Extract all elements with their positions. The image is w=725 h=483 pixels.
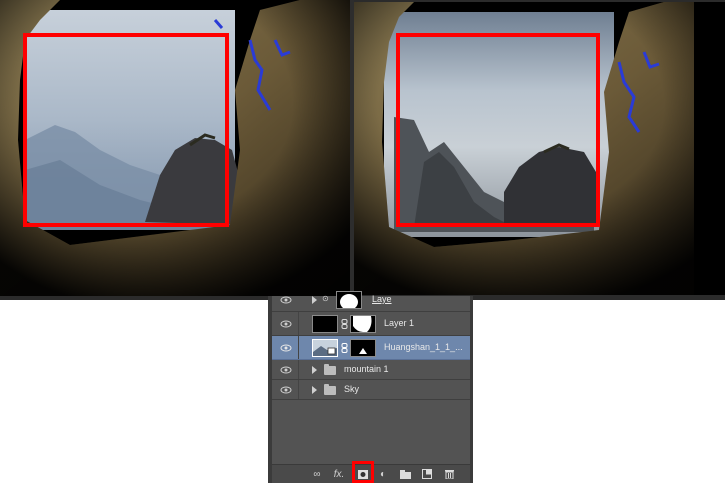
adjustment-layer-icon[interactable]: ◐ — [376, 467, 390, 481]
new-layer-icon[interactable] — [420, 467, 434, 481]
visibility-eye-icon[interactable] — [280, 318, 292, 330]
layer-mask-thumbnail[interactable] — [350, 339, 376, 357]
layer-thumbnail[interactable] — [312, 315, 338, 333]
before-image — [0, 0, 350, 296]
layer-name: Laye — [372, 294, 392, 304]
layers-panel-footer: ∞ fx. ◐ — [272, 461, 470, 483]
folder-icon — [324, 384, 336, 395]
trash-icon[interactable] — [442, 467, 456, 481]
layer-mask-thumbnail[interactable] — [336, 291, 362, 309]
visibility-eye-icon[interactable] — [280, 384, 292, 396]
layer-mask-thumbnail[interactable] — [350, 315, 376, 333]
layer-group-row[interactable]: mountain 1 — [272, 360, 470, 380]
layer-name: mountain 1 — [344, 364, 389, 374]
link-icon: ⊙ — [322, 294, 329, 303]
row-separator — [298, 336, 299, 359]
layer-name: Sky — [344, 384, 360, 394]
visibility-eye-icon[interactable] — [280, 294, 292, 306]
layers-panel: ⊙ Laye Layer 1 Huangshan_1_1_... mountai… — [268, 291, 473, 483]
fx-icon[interactable]: fx. — [332, 467, 346, 481]
layer-name: Huangshan_1_1_... — [384, 342, 463, 352]
row-separator — [298, 380, 299, 399]
before-canvas[interactable] — [0, 0, 350, 296]
folder-icon — [324, 364, 336, 375]
link-layers-icon[interactable]: ∞ — [310, 467, 324, 481]
visibility-eye-icon[interactable] — [280, 342, 292, 354]
smart-object-thumbnail[interactable] — [312, 339, 338, 357]
expand-arrow-icon[interactable] — [312, 386, 317, 394]
layer-group-row[interactable]: Sky — [272, 380, 470, 400]
canvas-strip — [0, 0, 725, 300]
layer-row[interactable]: ⊙ Laye — [272, 288, 470, 312]
layer-row-selected[interactable]: Huangshan_1_1_... — [272, 336, 470, 360]
after-canvas[interactable] — [354, 2, 725, 295]
new-group-icon[interactable] — [398, 467, 412, 481]
layer-name: Layer 1 — [384, 318, 415, 328]
add-mask-highlight-box — [352, 461, 374, 483]
chain-link-icon[interactable] — [341, 343, 348, 353]
visibility-eye-icon[interactable] — [280, 364, 292, 376]
expand-arrow-icon[interactable] — [312, 366, 317, 374]
layer-row[interactable]: Layer 1 — [272, 312, 470, 336]
chain-link-icon[interactable] — [341, 319, 348, 329]
row-separator — [298, 360, 299, 379]
row-separator — [298, 312, 299, 335]
after-image — [354, 2, 725, 295]
expand-arrow-icon[interactable] — [312, 296, 317, 304]
